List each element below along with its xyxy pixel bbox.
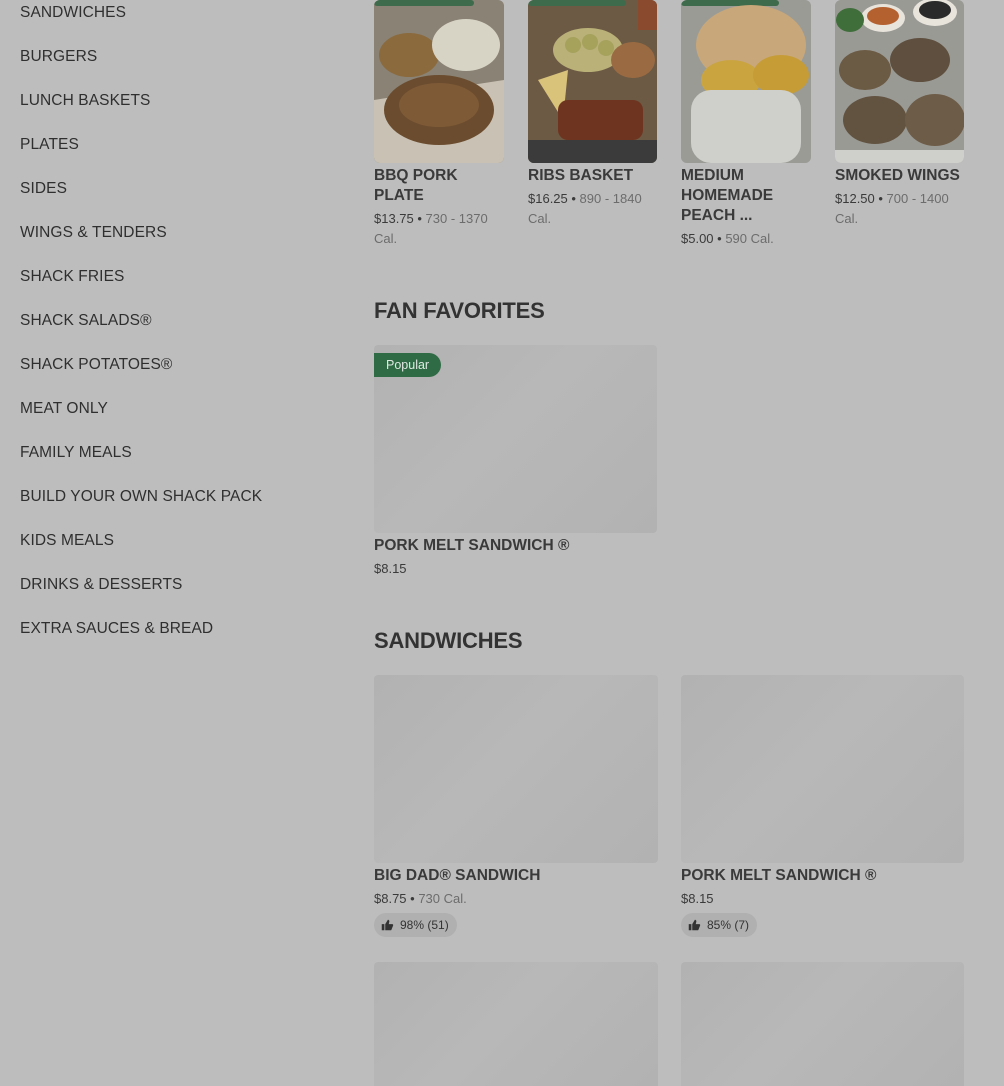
popular-badge: Popular [374,353,442,377]
pork-melt-sandwich-title[interactable]: PORK MELT SANDWICH ® [681,866,964,886]
bbq-pork-plate-image[interactable] [374,0,504,163]
sandwich-card-image[interactable] [374,962,658,1086]
thumbs-up-icon [381,919,394,931]
big-dad-sandwich-meta: $8.75 • 730 Cal. [374,891,467,906]
ribs-basket-title[interactable]: RIBS BASKET [528,166,657,186]
thumbs-up-icon [688,919,701,931]
smoked-wings-image[interactable] [835,0,964,163]
big-dad-sandwich-image[interactable] [374,675,658,863]
ribs-basket-image[interactable] [528,0,657,163]
pork-melt-fav-price: $8.15 [374,561,407,576]
ribs-basket-meta: $16.25 • 890 - 1840 Cal. [528,191,642,226]
pork-melt-sandwich-image[interactable] [681,675,964,863]
pork-melt-fav-title[interactable]: PORK MELT SANDWICH ® [374,536,657,556]
big-dad-sandwich-title[interactable]: BIG DAD® SANDWICH [374,866,658,886]
menu-main: BBQ PORK PLATE $13.75 • 730 - 1370 Cal. … [0,0,1004,1086]
big-dad-rating: 98% (51) [374,913,457,937]
sandwiches-heading: SANDWICHES [374,628,523,653]
peach-cobbler-title[interactable]: MEDIUM HOMEMADE PEACH ... [681,166,811,226]
bbq-pork-plate-title[interactable]: BBQ PORK PLATE [374,166,504,206]
peach-cobbler-meta: $5.00 • 590 Cal. [681,231,774,246]
pork-melt-rating: 85% (7) [681,913,758,937]
peach-cobbler-image[interactable] [681,0,811,163]
smoked-wings-meta: $12.50 • 700 - 1400 Cal. [835,191,949,226]
sandwich-card-image[interactable] [681,962,964,1086]
pork-melt-sandwich-price: $8.15 [681,891,714,906]
bbq-pork-plate-meta: $13.75 • 730 - 1370 Cal. [374,211,488,246]
smoked-wings-title[interactable]: SMOKED WINGS [835,166,970,186]
fan-favorites-heading: FAN FAVORITES [374,298,545,323]
